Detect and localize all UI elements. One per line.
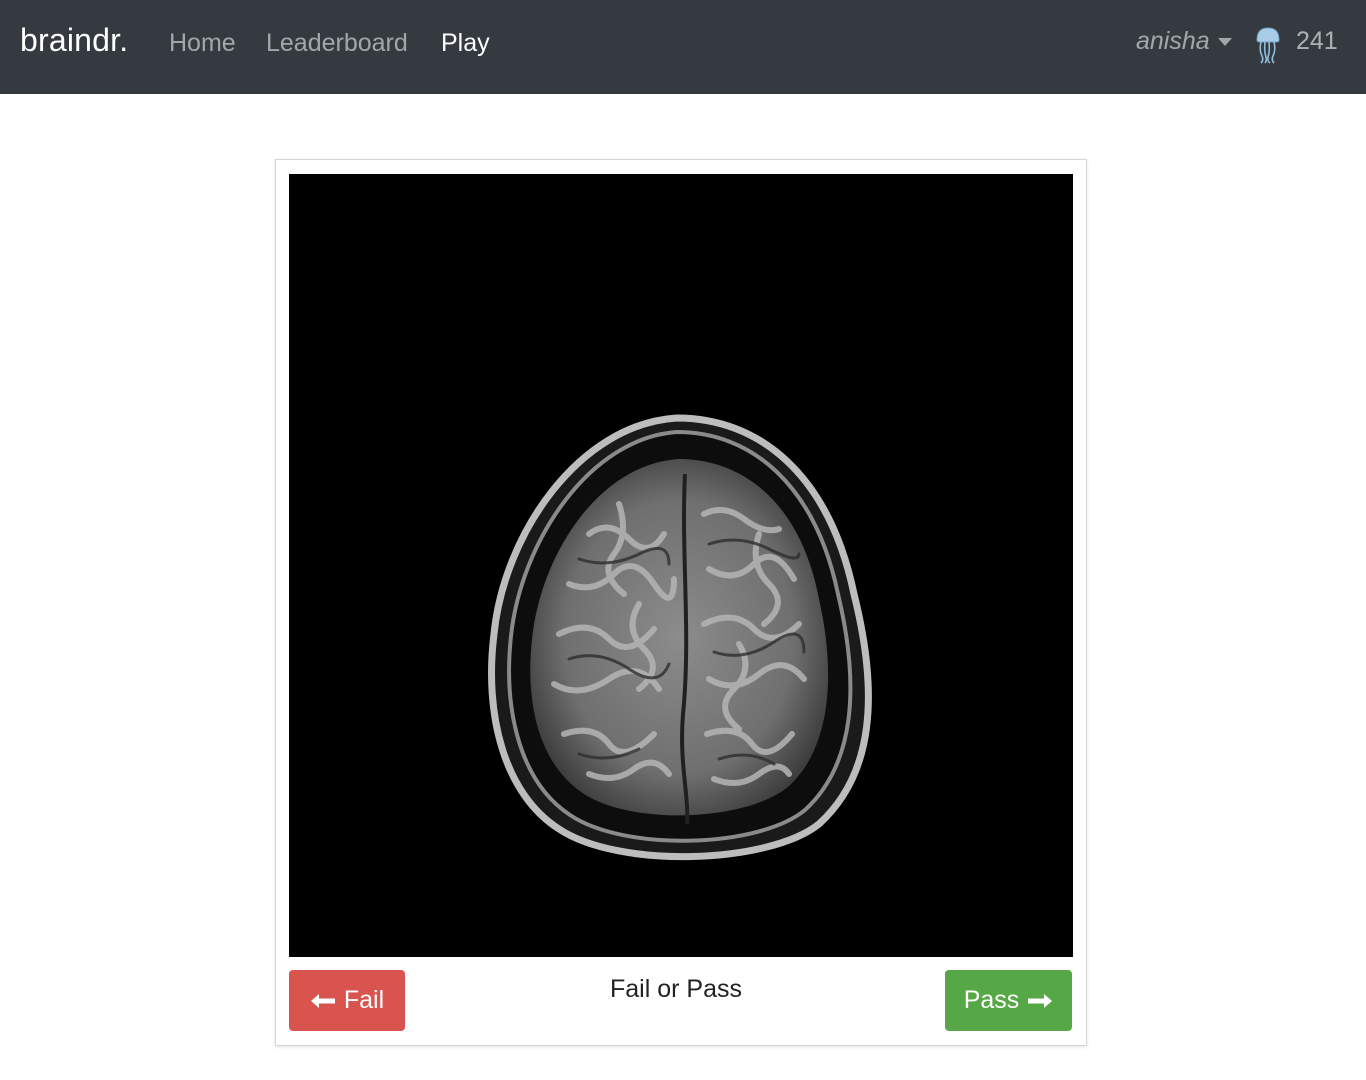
mri-slice-graphic	[488, 414, 872, 861]
pass-button[interactable]: Pass	[945, 970, 1072, 1031]
username: anisha	[1136, 27, 1210, 55]
arrow-right-icon	[1028, 993, 1053, 1008]
nav-link-home[interactable]: Home	[169, 29, 236, 58]
nav-link-play[interactable]: Play	[441, 29, 490, 58]
fail-button[interactable]: Fail	[289, 970, 405, 1031]
score-value: 241	[1296, 27, 1338, 55]
prompt-text: Fail or Pass	[610, 975, 742, 1003]
user-dropdown[interactable]: anisha	[1136, 27, 1232, 56]
arrow-left-icon	[310, 993, 335, 1008]
top-navbar: braindr. Home Leaderboard Play anisha 24…	[0, 0, 1366, 94]
brand-logo[interactable]: braindr.	[20, 22, 128, 59]
pass-button-label: Pass	[963, 986, 1020, 1014]
fail-button-label: Fail	[343, 986, 385, 1014]
play-card: Fail Fail or Pass Pass	[275, 159, 1087, 1046]
chevron-down-icon	[1217, 37, 1232, 46]
brain-scan-image[interactable]	[289, 174, 1073, 957]
jellyfish-icon	[1256, 27, 1280, 64]
nav-link-leaderboard[interactable]: Leaderboard	[266, 29, 408, 58]
